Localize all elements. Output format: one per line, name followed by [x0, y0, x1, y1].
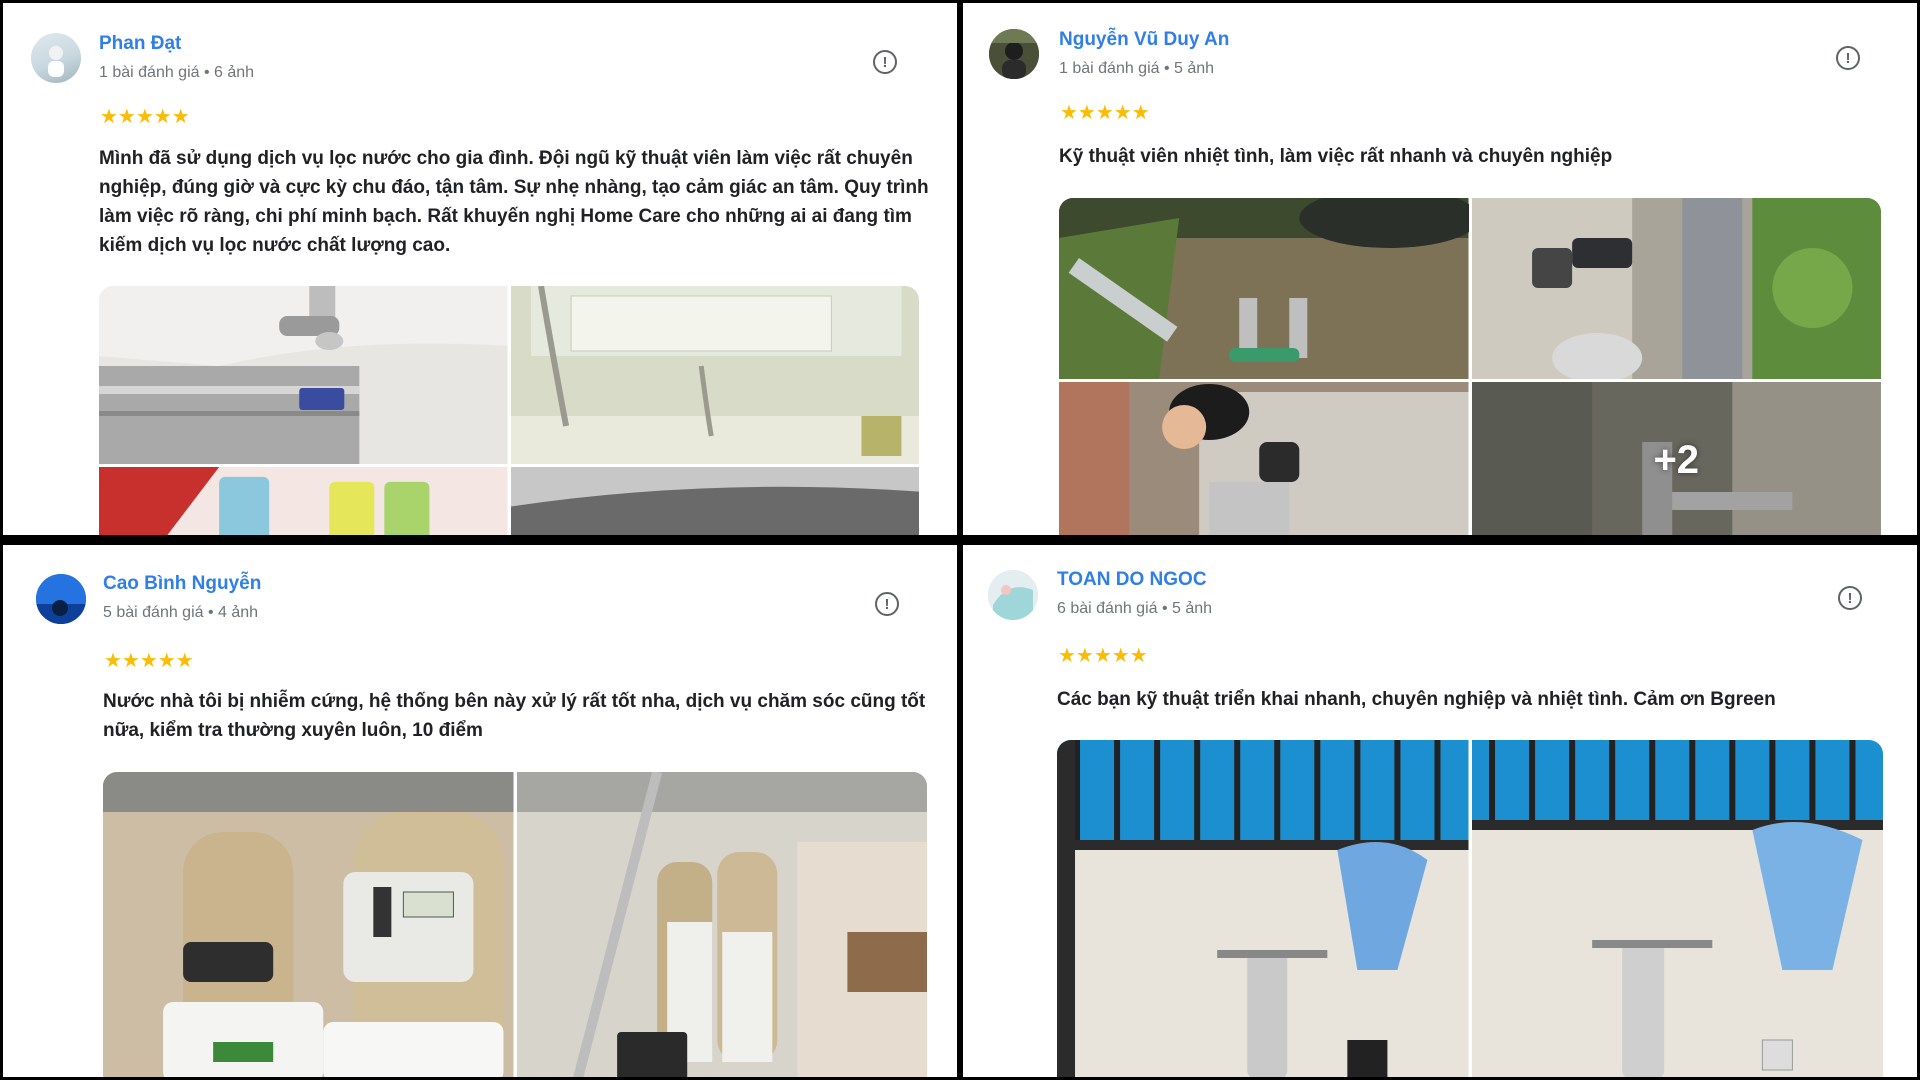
review-text: Các bạn kỹ thuật triển khai nhanh, chuyê…	[1057, 689, 1776, 710]
reviewer-name[interactable]: Nguyễn Vũ Duy An	[1059, 29, 1229, 51]
review-photo[interactable]	[1059, 382, 1469, 535]
review-text: Kỹ thuật viên nhiệt tình, làm việc rất n…	[1059, 146, 1613, 167]
review-text: Nước nhà tôi bị nhiễm cứng, hệ thống bên…	[103, 691, 926, 741]
star-rating: ★★★★★	[100, 106, 190, 128]
review-photo[interactable]	[1059, 198, 1469, 379]
star-rating: ★★★★★	[1058, 645, 1148, 667]
report-icon[interactable]: !	[1836, 46, 1860, 70]
report-icon[interactable]: !	[1838, 586, 1862, 610]
review-photo[interactable]	[510, 467, 919, 535]
reviewer-meta: 1 bài đánh giá • 6 ảnh	[99, 64, 255, 81]
review-photo[interactable]	[516, 772, 927, 1077]
photo-grid	[1057, 740, 1883, 1077]
review-photo[interactable]	[1057, 740, 1469, 1077]
review-photo[interactable]	[103, 772, 514, 1077]
star-rating: ★★★★★	[104, 650, 194, 672]
avatar[interactable]	[36, 574, 86, 624]
reviewer-meta: 1 bài đánh giá • 5 ảnh	[1059, 60, 1215, 77]
photo-grid: +2	[1059, 198, 1881, 535]
reviewer-meta: 5 bài đánh giá • 4 ảnh	[103, 604, 259, 621]
photo-grid	[99, 286, 919, 535]
reviewer-name[interactable]: TOAN DO NGOC	[1057, 569, 1207, 591]
reviewer-meta: 6 bài đánh giá • 5 ảnh	[1057, 600, 1213, 617]
avatar[interactable]	[989, 29, 1039, 79]
review-photo[interactable]: +2	[1471, 382, 1881, 535]
more-photos-count[interactable]: +2	[1471, 382, 1881, 535]
review-photo[interactable]	[1471, 740, 1883, 1077]
review-card: Phan Đạt 1 bài đánh giá • 6 ảnh ! ★★★★★ …	[3, 3, 957, 535]
report-icon[interactable]: !	[873, 50, 897, 74]
reviewer-name[interactable]: Phan Đạt	[99, 33, 181, 55]
review-card: Nguyễn Vũ Duy An 1 bài đánh giá • 5 ảnh …	[963, 3, 1917, 535]
review-card: Cao Bình Nguyễn 5 bài đánh giá • 4 ảnh !…	[3, 545, 957, 1077]
review-photo[interactable]	[1471, 198, 1881, 379]
avatar[interactable]	[31, 33, 81, 83]
photo-grid	[103, 772, 927, 1077]
review-photo[interactable]	[99, 286, 508, 464]
reviewer-name[interactable]: Cao Bình Nguyễn	[103, 573, 261, 595]
avatar[interactable]	[988, 570, 1038, 620]
star-rating: ★★★★★	[1060, 102, 1150, 124]
review-card: TOAN DO NGOC 6 bài đánh giá • 5 ảnh ! ★★…	[963, 545, 1917, 1077]
report-icon[interactable]: !	[875, 592, 899, 616]
review-text: Mình đã sử dụng dịch vụ lọc nước cho gia…	[99, 148, 929, 256]
review-photo[interactable]	[99, 467, 508, 535]
review-photo[interactable]	[510, 286, 919, 464]
